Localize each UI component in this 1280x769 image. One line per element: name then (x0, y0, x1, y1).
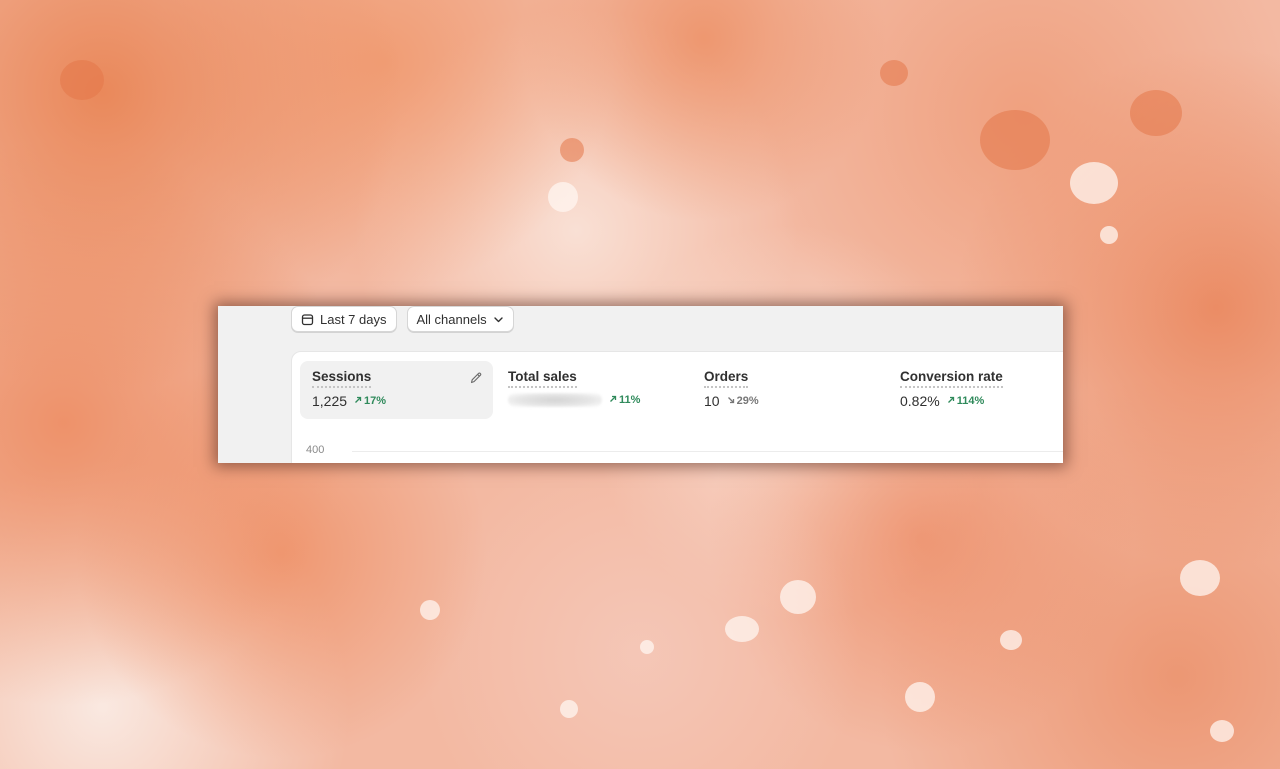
metric-value: 10 (704, 393, 720, 409)
arrow-up-right-icon (947, 395, 955, 407)
paint-splash (1130, 90, 1182, 136)
date-range-button[interactable]: Last 7 days (291, 306, 397, 332)
paint-splash (905, 682, 935, 712)
paint-splash (880, 60, 908, 86)
metric-conversion-rate[interactable]: Conversion rate 0.82% 114% (888, 361, 1063, 419)
chevron-down-icon (493, 314, 504, 325)
channel-filter-label: All channels (416, 311, 487, 327)
pencil-icon[interactable] (469, 371, 483, 390)
paint-splash (548, 182, 578, 212)
paint-splash (1180, 560, 1220, 596)
paint-splash (980, 110, 1050, 170)
metrics-panel: Sessions 1,225 17% Total sales 11% Order… (291, 351, 1063, 463)
metric-tabs: Sessions 1,225 17% Total sales 11% Order… (300, 361, 1063, 419)
metric-value: 1,225 (312, 393, 348, 409)
arrow-down-right-icon (727, 395, 735, 407)
paint-splash (560, 700, 578, 718)
calendar-icon (301, 313, 314, 326)
paint-splash (1100, 226, 1118, 244)
analytics-card: Last 7 days All channels Sessions 1,225 (218, 306, 1063, 463)
arrow-up-right-icon (609, 394, 617, 406)
metric-change: 17% (354, 395, 386, 407)
paint-splash (780, 580, 816, 614)
paint-splash (420, 600, 440, 620)
metric-label[interactable]: Sessions (312, 369, 372, 388)
metric-change: 11% (609, 394, 640, 406)
filter-toolbar: Last 7 days All channels (291, 306, 514, 336)
metric-change: 29% (727, 395, 759, 407)
redacted-value (508, 393, 602, 407)
paint-splash (560, 138, 584, 162)
metric-row: 1,225 17% (312, 393, 481, 409)
paint-splash (1000, 630, 1022, 650)
metric-row: 10 29% (704, 393, 873, 409)
metric-total-sales[interactable]: Total sales 11% (496, 361, 689, 419)
paint-splash (60, 60, 104, 100)
y-axis-tick: 400 (306, 444, 325, 456)
metric-row: 0.82% 114% (900, 393, 1063, 409)
metric-change: 114% (947, 395, 985, 407)
paint-splash (725, 616, 759, 642)
metric-change-value: 11% (619, 394, 641, 406)
metric-change-value: 114% (956, 395, 985, 407)
metric-orders[interactable]: Orders 10 29% (692, 361, 885, 419)
metric-label[interactable]: Total sales (508, 369, 577, 388)
metric-change-value: 29% (736, 395, 759, 407)
channel-filter-button[interactable]: All channels (406, 306, 514, 332)
paint-splash (1210, 720, 1234, 742)
metric-label[interactable]: Conversion rate (900, 369, 1003, 388)
date-range-label: Last 7 days (320, 311, 387, 327)
arrow-up-right-icon (354, 395, 362, 407)
metric-row: 11% (508, 393, 677, 407)
paint-splash (1070, 162, 1118, 204)
metric-sessions[interactable]: Sessions 1,225 17% (300, 361, 493, 419)
metric-value: 0.82% (900, 393, 940, 409)
gridline (352, 451, 1063, 452)
metric-label[interactable]: Orders (704, 369, 749, 388)
metric-change-value: 17% (364, 395, 387, 407)
paint-splash (640, 640, 654, 654)
